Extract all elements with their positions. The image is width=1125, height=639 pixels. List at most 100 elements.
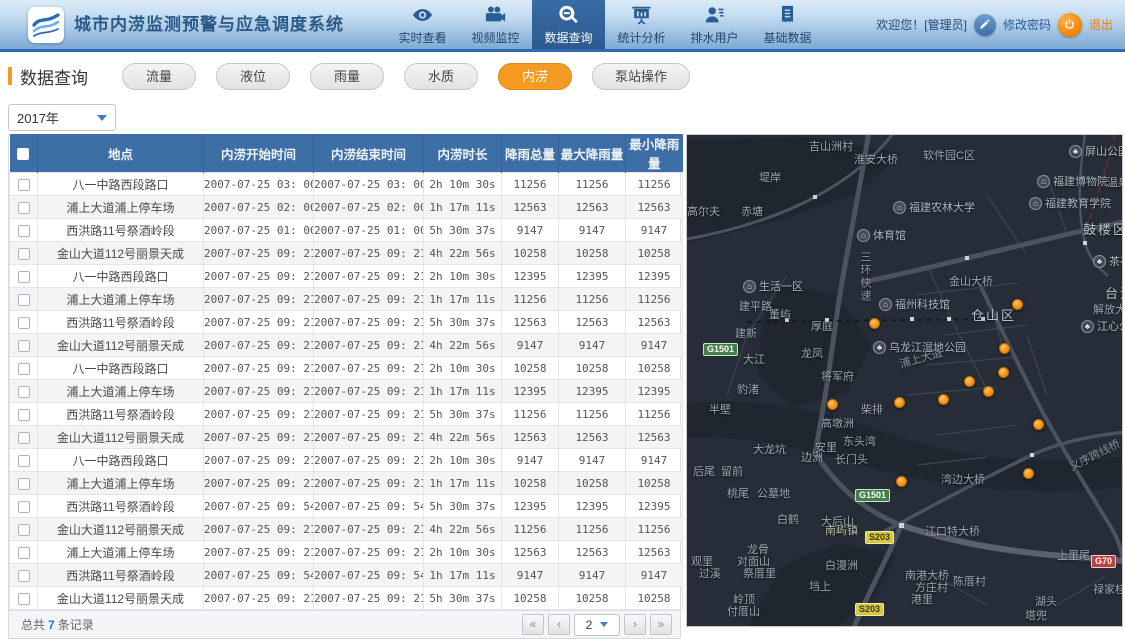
waterlogging-marker[interactable]: [869, 318, 880, 329]
edit-password-icon[interactable]: [973, 13, 996, 36]
waterlogging-marker[interactable]: [983, 386, 994, 397]
row-checkbox[interactable]: [17, 523, 30, 536]
year-select[interactable]: 2017年: [8, 104, 116, 131]
waterlogging-marker[interactable]: [999, 343, 1010, 354]
table-row[interactable]: 浦上大道浦上停车场 2007-07-25 09: 21 2007-07-25 09:…: [9, 379, 683, 403]
row-checkbox[interactable]: [17, 477, 30, 490]
table-row[interactable]: 八一中路西段路口 2007-07-25 09: 21 2007-07-25 09: …: [9, 264, 683, 288]
table-row[interactable]: 浦上大道浦上停车场 2007-07-25 02: 00 2007-07-25 02:…: [9, 195, 683, 219]
video-icon: [485, 6, 506, 21]
row-checkbox[interactable]: [17, 592, 30, 605]
row-checkbox[interactable]: [17, 569, 30, 582]
table-row[interactable]: 西洪路11号祭酒岭段 2007-07-25 09: 54 2007-07-25 09…: [9, 563, 683, 587]
nav-item-realtime-view[interactable]: 实时查看: [386, 0, 459, 49]
table-row[interactable]: 金山大道112号丽景天成 2007-07-25 09: 21 2007-07-25 …: [9, 333, 683, 357]
waterlogging-marker[interactable]: [998, 367, 1009, 378]
cell-value: 9147: [501, 218, 559, 242]
row-checkbox[interactable]: [17, 178, 30, 191]
tab-waterlogging[interactable]: 内涝: [498, 62, 572, 90]
waterlogging-marker[interactable]: [938, 394, 949, 405]
cell-value: 9147: [501, 333, 559, 357]
poi-icon: ⌂: [879, 297, 892, 311]
map-label: 白鹤: [777, 514, 799, 526]
cell-value: 9147: [558, 218, 626, 242]
tab-rain[interactable]: 雨量: [310, 62, 384, 90]
table-row[interactable]: 八一中路西段路口 2007-07-25 09: 21 2007-07-25 09: …: [9, 448, 683, 472]
row-checkbox[interactable]: [17, 270, 30, 283]
column-header: 内涝开始时间: [203, 134, 314, 173]
map-label: 金山大桥: [949, 276, 993, 288]
table-row[interactable]: 西洪路11号祭酒岭段 2007-07-25 09: 21 2007-07-25 09…: [9, 310, 683, 334]
cell-location: 浦上大道浦上停车场: [37, 540, 204, 564]
waterlogging-marker[interactable]: [896, 476, 907, 487]
cell-value: 2007-07-25 03: 00: [313, 172, 424, 196]
tab-pump[interactable]: 泵站操作: [592, 62, 691, 90]
waterlogging-marker[interactable]: [894, 397, 905, 408]
row-checkbox[interactable]: [17, 339, 30, 352]
nav-item-video-monitor[interactable]: 视频监控: [459, 0, 532, 49]
row-checkbox[interactable]: [17, 500, 30, 513]
cell-value: 2007-07-25 09: 21: [203, 310, 314, 334]
logout-icon[interactable]: [1057, 12, 1082, 37]
next-page-button[interactable]: ›: [624, 614, 646, 635]
table-row[interactable]: 金山大道112号丽景天成 2007-07-25 09: 21 2007-07-25 …: [9, 425, 683, 449]
nav-item-base-data[interactable]: 基础数据: [751, 0, 824, 49]
row-checkbox[interactable]: [17, 454, 30, 467]
nav-item-drain-users[interactable]: 排水用户: [678, 0, 751, 49]
row-checkbox[interactable]: [17, 431, 30, 444]
nav-item-data-query[interactable]: 数据查询: [532, 0, 605, 49]
row-checkbox[interactable]: [17, 385, 30, 398]
change-password-link[interactable]: 修改密码: [1003, 16, 1051, 33]
table-row[interactable]: 浦上大道浦上停车场 2007-07-25 09: 21 2007-07-25 09:…: [9, 471, 683, 495]
cell-value: 11256: [558, 402, 626, 426]
table-row[interactable]: 浦上大道浦上停车场 2007-07-25 09: 21 2007-07-25 09:…: [9, 540, 683, 564]
row-checkbox[interactable]: [17, 408, 30, 421]
pagination: « ‹ 2 › »: [522, 613, 672, 636]
row-checkbox[interactable]: [17, 293, 30, 306]
row-checkbox[interactable]: [17, 201, 30, 214]
table-row[interactable]: 西洪路11号祭酒岭段 2007-07-25 09: 54 2007-07-25 09…: [9, 494, 683, 518]
cell-value: 2007-07-25 09: 54: [203, 494, 314, 518]
row-checkbox[interactable]: [17, 247, 30, 260]
tab-level[interactable]: 液位: [216, 62, 290, 90]
page-select[interactable]: 2: [574, 613, 620, 636]
category-tabs: 流量 液位 雨量 水质 内涝 泵站操作: [122, 62, 691, 90]
cell-value: 12563: [501, 425, 559, 449]
row-checkbox[interactable]: [17, 546, 30, 559]
row-checkbox[interactable]: [17, 362, 30, 375]
logout-link[interactable]: 退出: [1089, 16, 1113, 33]
waterlogging-marker[interactable]: [827, 399, 838, 410]
first-page-button[interactable]: «: [522, 614, 544, 635]
cell-value: 2007-07-25 09: 21: [313, 356, 424, 380]
tab-quality[interactable]: 水质: [404, 62, 478, 90]
user-area: 欢迎您！[管理员] 修改密码 退出: [876, 0, 1125, 49]
table-row[interactable]: 金山大道112号丽景天成 2007-07-25 09: 21 2007-07-25 …: [9, 241, 683, 265]
table-row[interactable]: 金山大道112号丽景天成 2007-07-25 09: 21 2007-07-25 …: [9, 517, 683, 541]
map-label: 半壁: [709, 404, 731, 416]
cell-value: 10258: [558, 356, 626, 380]
waterlogging-marker[interactable]: [1023, 468, 1034, 479]
chart-icon: [632, 6, 651, 24]
tab-flow[interactable]: 流量: [122, 62, 196, 90]
table-row[interactable]: 金山大道112号丽景天成 2007-07-25 09: 21 2007-07-25 …: [9, 586, 683, 610]
map-label: 桃尾: [727, 488, 749, 500]
table-row[interactable]: 八一中路西段路口 2007-07-25 03: 00 2007-07-25 03: …: [9, 172, 683, 196]
cell-value: 5h 30m 37s: [423, 218, 502, 242]
nav-item-stats-analysis[interactable]: 统计分析: [605, 0, 678, 49]
table-row[interactable]: 八一中路西段路口 2007-07-25 09: 21 2007-07-25 09: …: [9, 356, 683, 380]
table-row[interactable]: 西洪路11号祭酒岭段 2007-07-25 01: 00 2007-07-25 01…: [9, 218, 683, 242]
cell-location: 西洪路11号祭酒岭段: [37, 218, 204, 242]
table-row[interactable]: 浦上大道浦上停车场 2007-07-25 09: 21 2007-07-25 09:…: [9, 287, 683, 311]
last-page-button[interactable]: »: [650, 614, 672, 635]
map-label: 白漫洲: [825, 560, 858, 572]
waterlogging-marker[interactable]: [964, 376, 975, 387]
row-checkbox[interactable]: [17, 224, 30, 237]
select-all-checkbox[interactable]: [17, 147, 30, 160]
prev-page-button[interactable]: ‹: [548, 614, 570, 635]
waterlogging-marker[interactable]: [1033, 419, 1044, 430]
table-row[interactable]: 西洪路11号祭酒岭段 2007-07-25 09: 21 2007-07-25 09…: [9, 402, 683, 426]
waterlogging-marker[interactable]: [1012, 299, 1023, 310]
map-panel[interactable]: 吉山洲村淮安大桥 软件园C区 ♣屏山公园堤岸 ⌂福建博物院温泉高尔夫 赤塘 ⌂福建农林大学…: [686, 134, 1123, 627]
eye-icon: [412, 8, 433, 21]
row-checkbox[interactable]: [17, 316, 30, 329]
